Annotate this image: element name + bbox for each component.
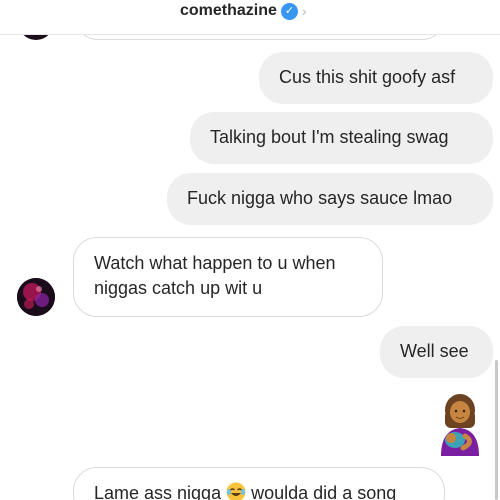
chat-username[interactable]: comethazine — [180, 2, 277, 20]
message-text-before-emoji: Lame ass nigga — [94, 483, 222, 500]
scrollbar[interactable] — [495, 360, 498, 500]
message-text-after-emoji: woulda did a song — [251, 483, 397, 500]
breastfeeding-woman-emoji — [441, 394, 479, 456]
chat-header: comethazine ✓ › — [0, 0, 500, 35]
tears-of-joy-emoji — [226, 482, 246, 500]
message-sent[interactable]: Talking bout I'm stealing swag — [190, 112, 493, 164]
sender-avatar[interactable] — [17, 278, 55, 316]
chevron-right-icon[interactable]: › — [302, 3, 307, 19]
message-received[interactable]: Watch what happen to u when niggas catch… — [73, 237, 383, 317]
message-sent-emoji[interactable] — [435, 392, 485, 456]
message-text: Talking bout I'm stealing swag — [210, 127, 449, 147]
message-text: Fuck nigga who says sauce lmao — [187, 188, 453, 208]
message-text: Well see — [400, 341, 469, 361]
message-text-line-1: Watch what happen to u when — [94, 253, 336, 273]
message-sent[interactable]: Well see — [380, 326, 493, 378]
verified-badge-icon: ✓ — [280, 2, 298, 20]
header-title-group[interactable]: comethazine ✓ › — [180, 2, 307, 20]
dm-thread-screen: comethazine ✓ › Cus this shit goofy asf … — [0, 0, 500, 500]
message-text-line-2: niggas catch up wit u — [94, 278, 263, 298]
message-sent[interactable]: Fuck nigga who says sauce lmao — [167, 173, 493, 225]
message-sent[interactable]: Cus this shit goofy asf — [259, 52, 493, 104]
message-text: Cus this shit goofy asf — [279, 67, 456, 87]
message-received[interactable]: Lame ass nigga woulda did a song — [73, 467, 445, 500]
